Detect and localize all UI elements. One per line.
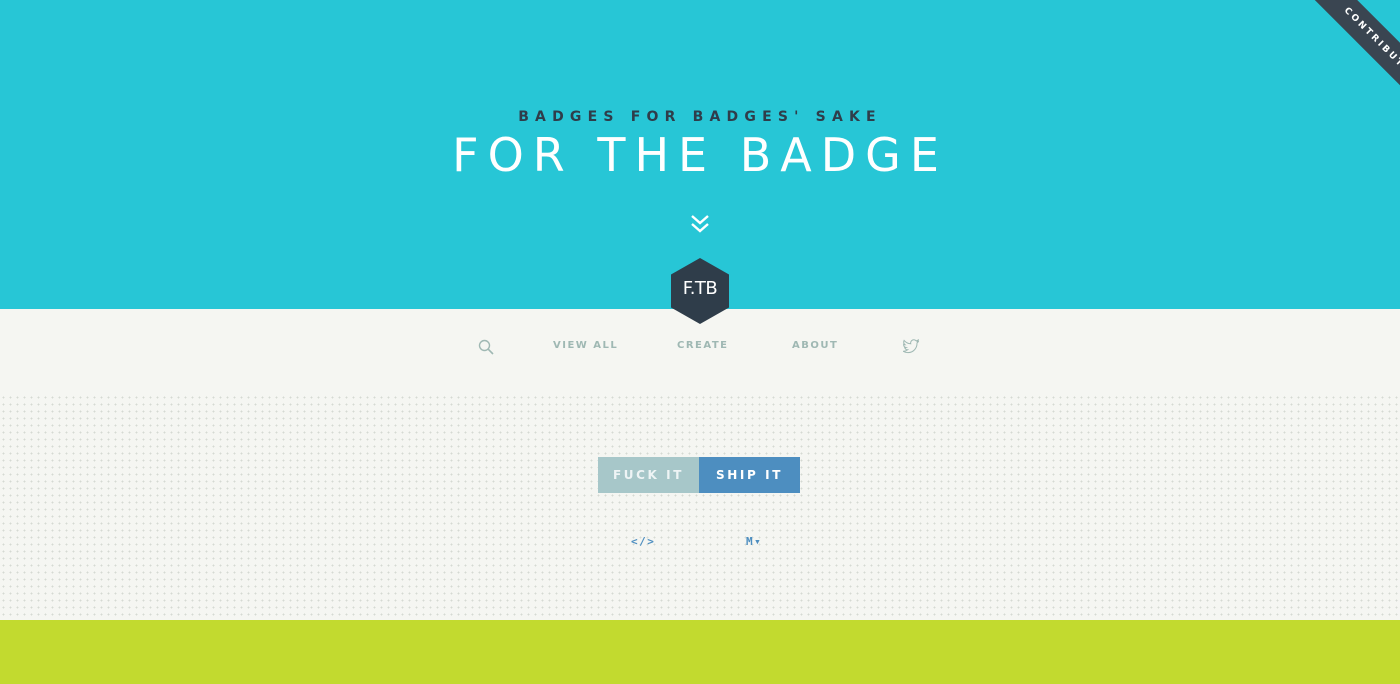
html-embed-button[interactable]: </> [631,535,655,548]
nav-about[interactable]: ABOUT [792,340,838,351]
badge-right-text: SHIP IT [699,457,800,493]
page: BADGES FOR BADGES' SAKE FOR THE BADGE CO… [0,0,1400,684]
nav-create[interactable]: CREATE [677,340,729,351]
hero-kicker: BADGES FOR BADGES' SAKE [518,109,882,125]
badge-showcase: FUCK IT SHIP IT </> M▾ [0,394,1400,620]
contribute-ribbon[interactable]: CONTRIBUTE [1280,0,1400,120]
badge-left-text: FUCK IT [598,457,699,493]
nav-view-all[interactable]: VIEW ALL [553,340,618,351]
site-title: FOR THE BADGE [452,128,948,182]
markdown-embed-button[interactable]: M▾ [746,535,762,548]
logo-text: F.TB [682,278,718,299]
twitter-icon[interactable] [903,339,919,354]
contribute-label[interactable]: CONTRIBUTE [1306,0,1400,112]
badge-fuck-it-ship-it[interactable]: FUCK IT SHIP IT [598,457,800,493]
footer-band [0,620,1400,684]
search-icon[interactable] [478,339,494,355]
double-chevron-down-icon[interactable] [689,213,711,235]
